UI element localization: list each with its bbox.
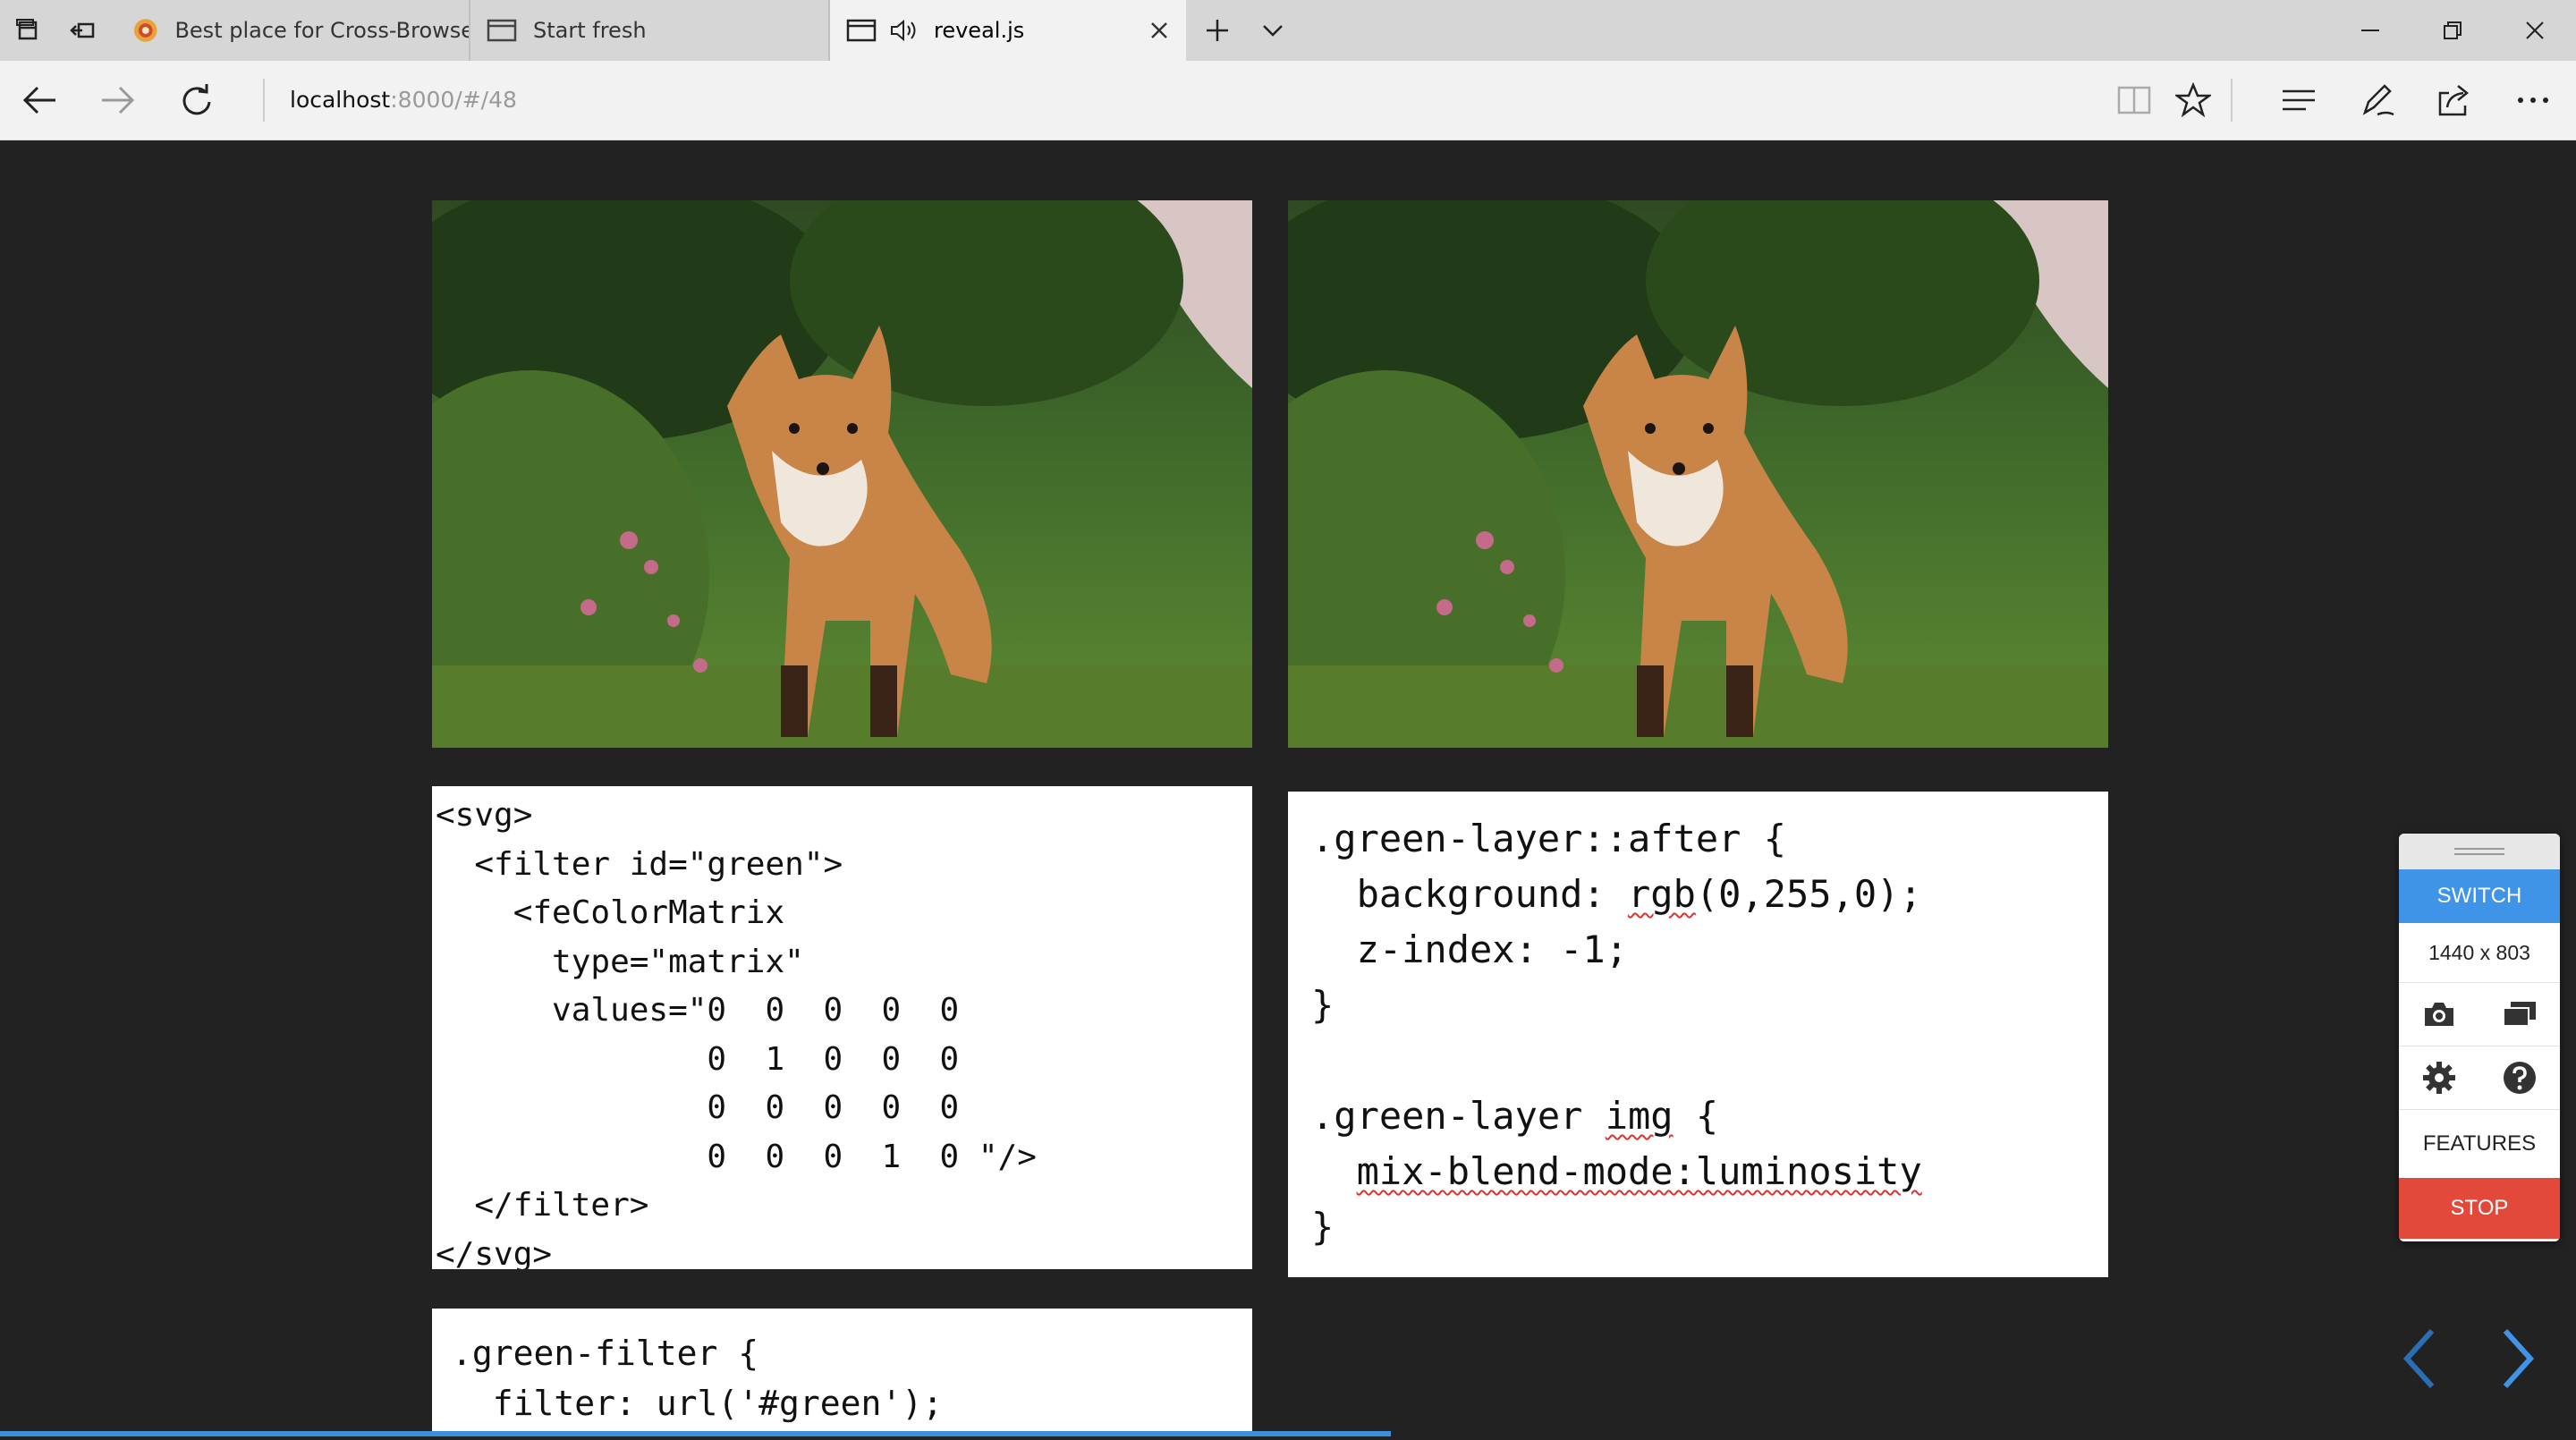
navigation-bar: localhost:8000/#/48: [0, 61, 2576, 140]
gallery-button[interactable]: [2479, 983, 2560, 1046]
page-icon: [846, 19, 877, 42]
tabs-aside-arrow-icon: [70, 22, 95, 38]
close-icon: [1151, 22, 1167, 38]
help-button[interactable]: [2479, 1046, 2560, 1109]
tab-reveal-js[interactable]: reveal.js: [830, 0, 1186, 61]
reading-view-button[interactable]: [2109, 75, 2159, 125]
tab-start-fresh[interactable]: Start fresh: [470, 0, 830, 61]
css-filter-code: .green-filter { filter: url('#green');: [432, 1309, 1252, 1434]
css-blend-code: .green-layer::after { background: rgb(0,…: [1288, 792, 2108, 1277]
set-tabs-aside-button[interactable]: [55, 0, 111, 61]
tab-manager-button[interactable]: [0, 0, 55, 61]
code-line: .green-layer: [1311, 1094, 1606, 1138]
fox-image: [432, 200, 1252, 748]
nav-separator: [2231, 79, 2233, 122]
minimize-icon: [2361, 30, 2379, 31]
arrow-left-icon: [22, 86, 55, 114]
restore-button[interactable]: [2411, 0, 2494, 61]
book-icon: [2117, 86, 2151, 114]
url-path: :8000/#/48: [390, 87, 517, 113]
restore-icon: [2444, 21, 2462, 39]
refresh-button[interactable]: [172, 75, 222, 125]
refresh-icon: [182, 84, 211, 115]
chevron-left-icon: [2402, 1328, 2435, 1389]
chevron-down-icon: [1263, 25, 1283, 37]
tab-title: Start fresh: [533, 18, 647, 43]
resolution-label: 1440 x 803: [2399, 923, 2560, 983]
code-token-img: img: [1605, 1094, 1674, 1138]
tab-cross-browse[interactable]: Best place for Cross-Browse: [116, 0, 470, 61]
browser-favicon: [133, 19, 157, 42]
close-window-button[interactable]: [2494, 0, 2576, 61]
tab-title: reveal.js: [934, 18, 1025, 43]
gear-icon: [2423, 1062, 2455, 1094]
share-icon: [2438, 85, 2470, 116]
fox-photo-original: [432, 200, 1252, 748]
web-note-button[interactable]: [2352, 75, 2402, 125]
code-line-mix-blend: mix-blend-mode:luminosity: [1356, 1149, 1922, 1193]
plus-icon: [1207, 20, 1228, 41]
fox-photo-filtered: [1288, 200, 2108, 748]
code-line: (0,255,0);: [1695, 872, 1922, 916]
code-line: }: [1311, 1205, 1335, 1249]
tab-list-button[interactable]: [1245, 0, 1301, 61]
page-icon: [487, 19, 517, 42]
slide-progress-bar: [0, 1431, 1391, 1436]
next-slide-button[interactable]: [2487, 1318, 2549, 1399]
share-button[interactable]: [2429, 75, 2479, 125]
features-button[interactable]: FEATURES: [2399, 1110, 2560, 1178]
tab-strip: Best place for Cross-Browse Start fresh …: [0, 0, 2576, 61]
nav-separator: [263, 79, 265, 122]
favorite-button[interactable]: [2168, 75, 2218, 125]
gallery-icon: [2503, 1002, 2536, 1027]
forward-button[interactable]: [93, 75, 143, 125]
settings-button[interactable]: [2399, 1046, 2479, 1109]
hub-icon: [2283, 89, 2315, 111]
chevron-right-icon: [2503, 1328, 2535, 1389]
back-button[interactable]: [14, 75, 64, 125]
panel-tools-row-1: [2399, 983, 2560, 1046]
url-host: localhost: [290, 87, 391, 113]
star-icon: [2175, 82, 2211, 118]
switch-button[interactable]: SWITCH: [2399, 869, 2560, 923]
stop-button[interactable]: STOP: [2399, 1178, 2560, 1239]
pen-icon: [2362, 84, 2394, 116]
code-line: }: [1311, 983, 1335, 1027]
code-line: background:: [1311, 872, 1629, 916]
close-tab-button[interactable]: [1145, 16, 1174, 45]
minimize-button[interactable]: [2329, 0, 2411, 61]
more-icon: [2518, 97, 2548, 103]
code-token-rgb: rgb: [1628, 872, 1696, 916]
screenshot-button[interactable]: [2399, 983, 2479, 1046]
hub-button[interactable]: [2274, 75, 2324, 125]
tab-title: Best place for Cross-Browse: [174, 18, 469, 43]
prev-slide-button[interactable]: [2388, 1318, 2451, 1399]
arrow-right-icon: [102, 86, 135, 114]
help-icon: [2504, 1062, 2536, 1094]
grip-icon: [2454, 848, 2504, 855]
panel-drag-handle[interactable]: [2399, 834, 2560, 869]
code-line: z-index: -1;: [1311, 928, 1629, 971]
fox-image: [1288, 200, 2108, 748]
camera-icon: [2425, 1003, 2453, 1026]
tabs-aside-icon: [16, 19, 38, 40]
switch-panel: SWITCH 1440 x 803 FEATURES STOP: [2399, 834, 2560, 1241]
code-line: {: [1673, 1094, 1719, 1138]
speaker-icon[interactable]: [889, 18, 921, 43]
panel-tools-row-2: [2399, 1046, 2560, 1110]
new-tab-button[interactable]: [1190, 0, 1245, 61]
address-bar[interactable]: localhost:8000/#/48: [290, 82, 517, 118]
code-line: .green-layer::after {: [1311, 817, 1787, 860]
close-icon: [2526, 21, 2544, 39]
more-menu-button[interactable]: [2508, 75, 2558, 125]
svg-filter-code: <svg> <filter id="green"> <feColorMatrix…: [432, 786, 1252, 1269]
